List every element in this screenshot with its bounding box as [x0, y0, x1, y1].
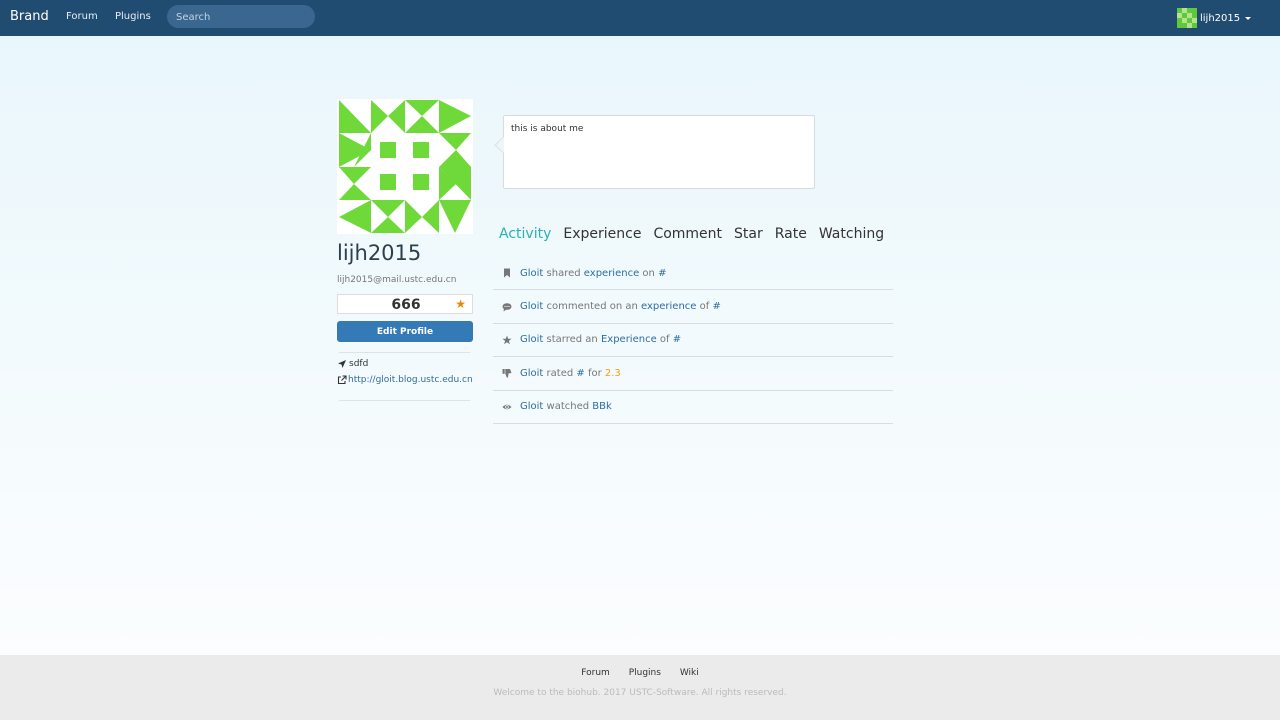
rating-value: 2.3 [604, 367, 621, 379]
activity-target-link[interactable]: # [712, 301, 720, 312]
activity-target-link[interactable]: Experience [601, 334, 657, 345]
tab-star[interactable]: Star [734, 226, 763, 244]
activity-text: watched [543, 401, 593, 413]
activity-user-link[interactable]: Gloit [520, 268, 543, 279]
footer-copyright: Welcome to the biohub. 2017 USTC-Softwar… [493, 688, 787, 698]
activity-text: for [584, 367, 605, 379]
star-icon: ★ [455, 297, 466, 311]
list-item: Gloit commented on an experience of # [493, 290, 893, 324]
bookmark-icon [504, 268, 510, 278]
profile-location: sdfd [337, 359, 368, 369]
profile-score: 666 [391, 297, 421, 313]
activity-list: Gloit shared experience on # Gloit comme… [493, 257, 893, 424]
tab-comment[interactable]: Comment [653, 226, 722, 244]
footer-plugins-link[interactable]: Plugins [629, 668, 661, 678]
activity-user-link[interactable]: Gloit [520, 334, 543, 345]
footer-forum-link[interactable]: Forum [581, 668, 610, 678]
divider [339, 352, 470, 353]
about-box: this is about me [503, 115, 815, 189]
activity-target-link[interactable]: BBk [592, 401, 612, 412]
list-item: Gloit watched BBk [493, 391, 893, 424]
activity-user-link[interactable]: Gloit [520, 368, 543, 379]
edit-profile-button[interactable]: Edit Profile [337, 321, 473, 342]
about-arrow-inner [496, 137, 504, 153]
comment-icon [502, 302, 512, 312]
profile-website[interactable]: http://gloit.blog.ustc.edu.cn [337, 375, 475, 385]
list-item: Gloit rated # for 2.3 [493, 357, 893, 391]
nav-forum-link[interactable]: Forum [66, 11, 98, 22]
activity-text: rated [543, 367, 577, 379]
about-text: this is about me [511, 124, 584, 134]
activity-text: on [639, 267, 659, 279]
activity-target-link[interactable]: experience [584, 268, 639, 279]
activity-text: starred an [543, 334, 601, 346]
eye-icon [502, 404, 512, 409]
top-navbar: Brand Forum Plugins lijh2015 [0, 0, 1280, 36]
nav-plugins-link[interactable]: Plugins [115, 11, 151, 22]
user-avatar-icon [1177, 8, 1197, 28]
activity-target-link[interactable]: # [576, 368, 584, 379]
user-menu[interactable]: lijh2015 [1177, 8, 1252, 28]
activity-text: of [656, 334, 673, 346]
list-item: Gloit shared experience on # [493, 257, 893, 291]
profile-website-link[interactable]: http://gloit.blog.ustc.edu.cn [348, 375, 473, 385]
profile-tabs: Activity Experience Comment Star Rate Wa… [499, 226, 896, 244]
caret-down-icon [1245, 16, 1252, 20]
external-link-icon [337, 375, 347, 385]
search-box[interactable] [167, 5, 315, 29]
activity-user-link[interactable]: Gloit [520, 401, 543, 412]
activity-text: of [696, 301, 713, 313]
page-footer: Forum Plugins Wiki Welcome to the biohub… [0, 655, 1280, 720]
list-item: Gloit starred an Experience of # [493, 324, 893, 358]
tab-experience[interactable]: Experience [563, 226, 641, 244]
profile-avatar [337, 99, 473, 234]
brand-link[interactable]: Brand [10, 9, 49, 24]
footer-wiki-link[interactable]: Wiki [680, 668, 699, 678]
profile-email: lijh2015@mail.ustc.edu.cn [337, 275, 457, 285]
footer-links: Forum Plugins Wiki [0, 668, 1280, 678]
divider [339, 400, 470, 401]
activity-text: shared [543, 267, 584, 279]
tab-watching[interactable]: Watching [819, 226, 884, 244]
tab-activity[interactable]: Activity [499, 226, 551, 244]
search-input[interactable] [167, 6, 315, 29]
activity-target-link[interactable]: experience [641, 301, 696, 312]
activity-user-link[interactable]: Gloit [520, 301, 543, 312]
tab-rate[interactable]: Rate [775, 226, 807, 244]
star-icon [502, 335, 512, 345]
thumbs-down-icon [502, 369, 512, 378]
activity-text: commented on an [543, 301, 642, 313]
profile-username: lijh2015 [337, 241, 422, 265]
profile-score-box: 666 ★ [337, 294, 473, 314]
user-menu-name: lijh2015 [1200, 12, 1241, 24]
location-arrow-icon [338, 360, 346, 368]
activity-target-link[interactable]: # [658, 268, 666, 279]
activity-target-link[interactable]: # [673, 334, 681, 345]
profile-location-text: sdfd [349, 359, 369, 369]
